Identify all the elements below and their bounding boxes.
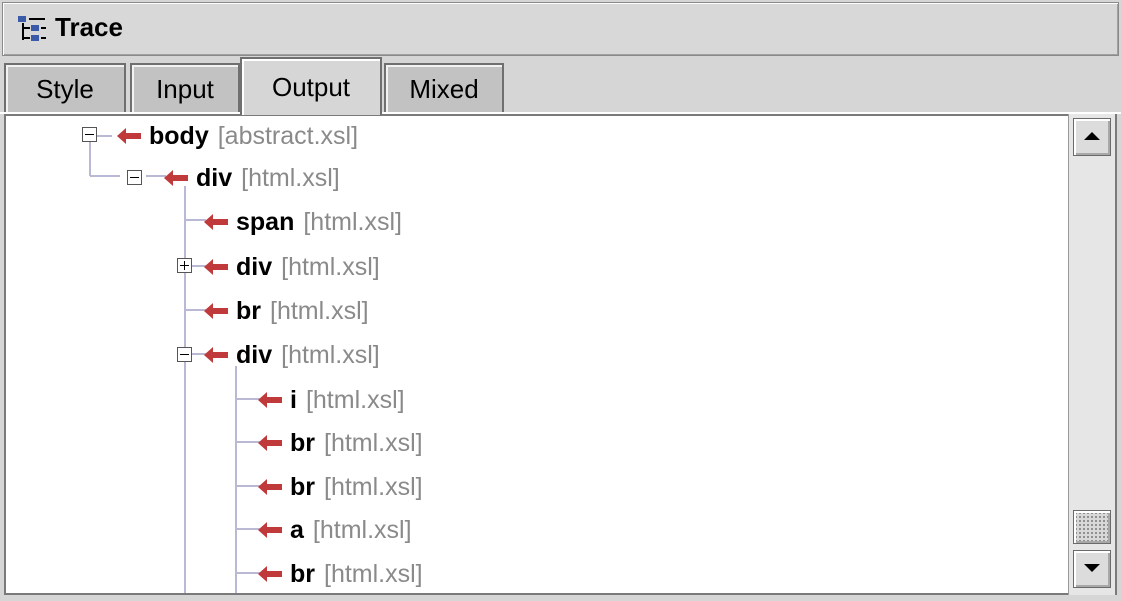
tab-strip: Style Input Output Mixed [0, 57, 1121, 115]
node-source: [abstract.xsl] [217, 121, 359, 150]
collapse-toggle-body[interactable] [82, 127, 97, 142]
tree-node-body[interactable]: body [abstract.xsl] [117, 116, 358, 156]
red-left-arrow-icon [204, 259, 228, 275]
tree-node-br-4[interactable]: br [html.xsl] [258, 554, 423, 593]
red-left-arrow-icon [204, 214, 228, 230]
red-left-arrow-icon [258, 522, 282, 538]
node-tag: div [236, 340, 273, 369]
tab-mixed[interactable]: Mixed [384, 63, 504, 113]
tree-node-br-2[interactable]: br [html.xsl] [258, 423, 423, 463]
node-source: [html.xsl] [281, 340, 380, 369]
node-source: [html.xsl] [270, 296, 369, 325]
node-tag: i [290, 385, 297, 414]
trace-tree-icon [18, 16, 46, 41]
tab-output-label: Output [271, 71, 351, 102]
expand-toggle-div[interactable] [177, 258, 192, 273]
tree-node-br[interactable]: br [html.xsl] [204, 291, 369, 331]
collapse-toggle-div-2[interactable] [177, 347, 192, 362]
red-left-arrow-icon [258, 392, 282, 408]
tree-node-div[interactable]: div [html.xsl] [164, 158, 340, 198]
output-tree[interactable]: body [abstract.xsl] div [html.xsl] span … [4, 114, 1117, 595]
node-tag: br [290, 559, 315, 588]
node-source: [html.xsl] [324, 428, 423, 457]
tab-mixed-label: Mixed [409, 73, 479, 104]
vertical-scrollbar[interactable] [1068, 114, 1115, 595]
red-left-arrow-icon [204, 347, 228, 363]
red-left-arrow-icon [258, 435, 282, 451]
red-left-arrow-icon [164, 170, 188, 186]
scroll-up-arrow-icon [1084, 132, 1100, 140]
scroll-up-button[interactable] [1073, 118, 1111, 156]
scrollbar-thumb[interactable] [1073, 510, 1111, 544]
tab-output[interactable]: Output [240, 57, 382, 115]
tab-input-label: Input [156, 73, 214, 104]
tree-node-span[interactable]: span [html.xsl] [204, 202, 402, 242]
panel-titlebar: Trace [2, 2, 1119, 56]
red-left-arrow-icon [204, 303, 228, 319]
tab-style-label: Style [36, 73, 94, 104]
collapse-toggle-div[interactable] [127, 170, 142, 185]
red-left-arrow-icon [117, 128, 141, 144]
panel-title: Trace [55, 12, 123, 42]
scroll-down-arrow-icon [1084, 564, 1100, 572]
tab-input[interactable]: Input [130, 63, 240, 113]
tree-node-div-expanded[interactable]: div [html.xsl] [204, 335, 380, 375]
node-source: [html.xsl] [303, 207, 402, 236]
node-source: [html.xsl] [305, 385, 405, 414]
red-left-arrow-icon [258, 566, 282, 582]
node-tag: body [149, 121, 209, 150]
tree-node-br-3[interactable]: br [html.xsl] [258, 467, 423, 507]
node-source: [html.xsl] [324, 559, 423, 588]
node-source: [html.xsl] [324, 472, 423, 501]
node-tag: br [236, 296, 261, 325]
tree-node-a[interactable]: a [html.xsl] [258, 510, 412, 550]
node-tag: span [236, 207, 295, 236]
node-tag: div [196, 163, 233, 192]
red-left-arrow-icon [258, 479, 282, 495]
tree-node-div-collapsed[interactable]: div [html.xsl] [204, 247, 380, 287]
scroll-down-button[interactable] [1073, 550, 1111, 588]
tree-node-i[interactable]: i [html.xsl] [258, 380, 405, 420]
node-source: [html.xsl] [312, 515, 412, 544]
node-source: [html.xsl] [281, 252, 380, 281]
node-source: [html.xsl] [241, 163, 340, 192]
node-tag: br [290, 428, 315, 457]
node-tag: br [290, 472, 315, 501]
node-tag: a [290, 515, 304, 544]
node-tag: div [236, 252, 273, 281]
tab-style[interactable]: Style [4, 63, 126, 113]
